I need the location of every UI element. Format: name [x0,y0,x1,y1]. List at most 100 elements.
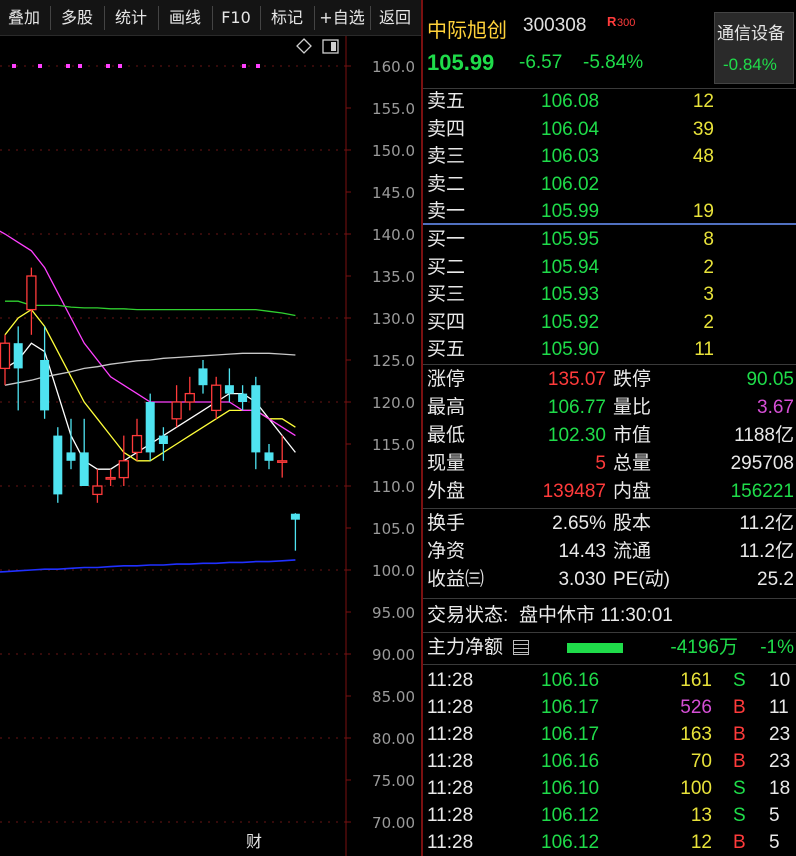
bid-row[interactable]: 买三 105.93 3 [423,281,796,308]
tick-row[interactable]: 11:28 106.12 12 B 5 [423,829,796,856]
overlay-button[interactable]: 叠加 [0,4,48,32]
candle[interactable] [26,267,37,335]
tick-row[interactable]: 11:28 106.16 70 B 23 [423,748,796,775]
f10-button[interactable]: F10 [214,4,258,32]
tick-row[interactable]: 11:28 106.12 13 S 5 [423,802,796,829]
nav-label: 净资 [427,541,466,562]
price-tick-label: 135.0 [372,268,415,286]
candle-body [79,452,89,486]
bid-row[interactable]: 买四 105.92 2 [423,309,796,336]
candle-body [105,476,116,480]
candle[interactable] [13,326,23,411]
ask-volume: 12 [692,91,714,112]
tick-volume: 13 [690,805,712,826]
spread-divider [423,223,796,225]
price-tick-label: 150.0 [372,142,415,160]
tick-row[interactable]: 11:28 106.16 161 S 10 [423,667,796,694]
ask-price: 106.02 [541,173,600,195]
tick-row[interactable]: 11:28 106.17 526 B 11 [423,694,796,721]
statistics-button[interactable]: 统计 [106,4,156,32]
limit-up-label: 涨停 [427,369,466,390]
tick-row[interactable]: 11:28 106.17 163 B 23 [423,721,796,748]
candle-body [171,401,182,420]
candle[interactable] [79,418,89,486]
kline-panel[interactable]: 叠加 多股 统计 画线 F10 标记 +自选 返回 160.0 155.0 150.… [0,0,422,856]
price-tick-label: 105.0 [372,520,415,538]
add-watchlist-button[interactable]: +自选 [315,4,369,32]
vol-ratio-label: 量比 [613,397,652,418]
candle[interactable] [290,513,300,551]
main-flow-pct: -1% [760,637,794,658]
candle-body [277,460,288,463]
draw-line-button[interactable]: 画线 [160,4,210,32]
chart-grid [0,36,351,856]
tick-count: 5 [769,832,780,853]
ask-row[interactable]: 卖五 106.08 12 [423,88,796,115]
industry-box[interactable]: 通信设备 -0.84% [714,12,794,84]
inner-value: 156221 [730,481,794,502]
ask-row[interactable]: 卖四 106.04 39 [423,116,796,143]
candle[interactable] [118,435,129,486]
candle[interactable] [158,427,168,461]
cur-vol-label: 现量 [427,453,466,474]
price-axis: 160.0 155.0 150.0 145.0 140.0 135.0 130.0 125.0… [372,58,415,832]
ask-volume: 39 [692,118,714,140]
ask-row[interactable]: 卖三 106.03 48 [423,143,796,170]
finance-marker[interactable]: 财 [246,832,262,851]
tick-price: 106.12 [541,832,600,853]
event-dot [118,64,122,68]
stock-name: 中际旭创 [427,20,507,42]
tick-price: 106.16 [541,751,600,772]
tick-time: 11:28 [427,697,474,718]
bid-row[interactable]: 买二 105.94 2 [423,254,796,281]
trading-status-value: 盘中休市 11:30:01 [519,605,673,626]
candle[interactable] [171,385,182,428]
bid-volume: 3 [703,284,714,305]
ma60-line [5,300,296,317]
float-value: 11.2亿 [739,541,794,562]
candle[interactable] [264,444,274,470]
back-button[interactable]: 返回 [371,4,419,32]
tick-count: 23 [769,751,791,772]
candle[interactable] [251,376,261,470]
candle[interactable] [0,334,11,386]
ask-row[interactable]: 卖一 105.99 19 [423,198,796,225]
inner-label: 内盘 [613,481,652,502]
last-price: 105.99 [427,50,495,75]
candle[interactable] [105,469,116,486]
candle[interactable] [238,385,248,411]
candle[interactable] [145,393,155,461]
event-dot [78,64,82,68]
candle[interactable] [224,368,234,402]
candle[interactable] [198,360,208,394]
ask-level-label: 卖五 [427,91,466,112]
list-icon[interactable] [513,640,529,655]
main-flow-row[interactable]: 主力净额 -4196万 -1% [423,634,796,661]
diamond-icon[interactable] [296,38,312,54]
candle[interactable] [53,427,63,503]
panel-toggle-icon[interactable] [322,39,339,54]
candle[interactable] [40,326,50,419]
kline-chart[interactable]: 160.0 155.0 150.0 145.0 140.0 135.0 130.0 125.0… [0,36,421,856]
multi-stock-button[interactable]: 多股 [52,4,102,32]
tick-volume: 100 [680,778,712,799]
limit-down-label: 跌停 [613,369,652,390]
eps-label: 收益㈢ [427,569,485,590]
bid-row[interactable]: 买一 105.95 8 [423,226,796,253]
tick-time: 11:28 [427,670,474,691]
mark-button[interactable]: 标记 [262,4,312,32]
ask-level-label: 卖三 [427,146,466,167]
main-flow-value: -4196万 [670,637,738,658]
candle[interactable] [92,469,103,503]
bid-row[interactable]: 买五 105.90 11 [423,336,796,363]
tick-row[interactable]: 11:28 106.10 100 S 18 [423,775,796,802]
candle[interactable] [211,376,222,419]
candle-body [26,275,37,311]
candle-body [13,343,23,369]
ask-volume: 48 [692,146,714,167]
ask-row[interactable]: 卖二 106.02 [423,171,796,198]
candle[interactable] [277,435,288,478]
price-tick-label: 75.00 [372,772,415,790]
candle[interactable] [184,376,195,411]
candle-body [145,402,155,453]
